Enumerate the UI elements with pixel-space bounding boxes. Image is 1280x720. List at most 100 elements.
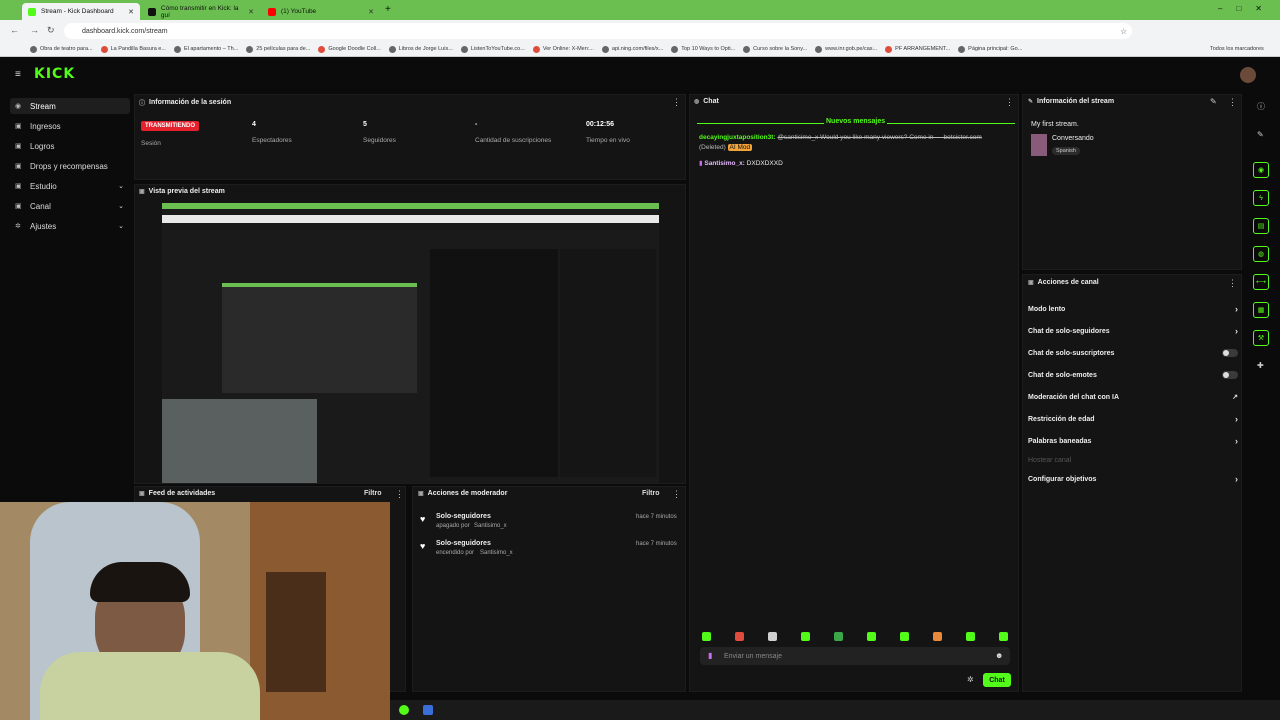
sidebar-item-stream[interactable]: ◉ Stream: [10, 98, 130, 114]
browser-tab-youtube[interactable]: (1) YouTube ✕: [262, 3, 380, 20]
rail-wrench-icon[interactable]: ⚒: [1253, 330, 1269, 346]
channel-icon: ▣: [1028, 280, 1034, 286]
chat-menu-icon[interactable]: ⋮: [1005, 97, 1014, 108]
emote-icon[interactable]: [834, 632, 843, 641]
bookmark-item[interactable]: La Pandilla Basura e...: [100, 45, 166, 53]
window-controls[interactable]: –□✕: [1218, 4, 1276, 13]
new-tab-icon[interactable]: +: [385, 4, 391, 15]
rail-bolt-icon[interactable]: ϟ: [1253, 190, 1269, 206]
all-bookmarks[interactable]: Todos los marcadores: [1210, 46, 1264, 52]
bookmark-item[interactable]: Obra de teatro para...: [30, 45, 93, 53]
kick-logo[interactable]: KICK: [34, 66, 75, 82]
channel-actions-menu-icon[interactable]: ⋮: [1228, 278, 1237, 289]
bookmark-item[interactable]: PF ARRANGEMENT...: [885, 45, 950, 53]
browser-tab-bar: Stream - Kick Dashboard ✕ Cómo transmiti…: [0, 0, 1280, 20]
preview-icon: ▣: [139, 189, 145, 195]
stream-category[interactable]: Conversando: [1052, 135, 1094, 142]
action-followers-only[interactable]: Chat de solo-seguidores ›: [1028, 324, 1238, 338]
stream-icon: ◉: [15, 103, 22, 110]
action-banned-words[interactable]: Palabras baneadas ›: [1028, 434, 1238, 448]
emote-icon[interactable]: [933, 632, 942, 641]
rail-chat-icon[interactable]: ◍: [1253, 246, 1269, 262]
bookmark-item[interactable]: Libros de Jorge Luis...: [388, 45, 453, 53]
edit-icon[interactable]: ✎: [1210, 97, 1217, 106]
menu-icon[interactable]: ≡: [15, 69, 21, 80]
sidebar-item-canal[interactable]: ▣ Canal ⌄: [10, 198, 130, 214]
bookmark-item[interactable]: Ver Online: X-Men:...: [532, 45, 594, 53]
viewers-value: 4: [252, 121, 256, 128]
activity-menu-icon[interactable]: ⋮: [395, 489, 404, 500]
emote-icon[interactable]: [801, 632, 810, 641]
channel-icon: ▣: [15, 203, 22, 210]
action-ai-moderation[interactable]: Moderación del chat con IA ↗: [1028, 390, 1238, 404]
address-input[interactable]: dashboard.kick.com/stream: [64, 23, 1132, 39]
bookmark-item[interactable]: ListenToYouTube.co...: [460, 45, 525, 53]
sidebar-item-drops[interactable]: ▣ Drops y recompensas: [10, 158, 130, 174]
mod-filter-button[interactable]: Filtro: [642, 490, 660, 497]
rail-add-icon[interactable]: ✚: [1257, 361, 1264, 370]
bookmark-item[interactable]: Curso sobre la Sony...: [743, 45, 807, 53]
rail-doc-icon[interactable]: ▤: [1253, 218, 1269, 234]
mod-menu-icon[interactable]: ⋮: [672, 489, 681, 500]
category-thumbnail: [1031, 134, 1047, 156]
action-subscribers-only[interactable]: Chat de solo-suscriptores: [1028, 346, 1238, 360]
gear-icon[interactable]: ✲: [967, 675, 974, 684]
close-tab-icon[interactable]: ✕: [368, 8, 374, 16]
bookmark-item[interactable]: 25 películas para de...: [246, 45, 310, 53]
emote-icon[interactable]: [999, 632, 1008, 641]
browser-tab-kick[interactable]: Stream - Kick Dashboard ✕: [22, 3, 140, 20]
shield-icon: ▣: [418, 491, 424, 497]
stream-preview-video[interactable]: [162, 203, 659, 483]
emotes-only-toggle[interactable]: [1222, 371, 1238, 379]
emote-icon[interactable]: [768, 632, 777, 641]
stream-info-menu-icon[interactable]: ⋮: [1228, 97, 1237, 108]
taskbar-app-icon[interactable]: [399, 705, 409, 715]
session-menu-icon[interactable]: ⋮: [672, 97, 681, 108]
subscribers-only-toggle[interactable]: [1222, 349, 1238, 357]
emote-icon[interactable]: [900, 632, 909, 641]
kick-favicon-icon: [28, 7, 36, 16]
sidebar-item-ajustes[interactable]: ✲ Ajustes ⌄: [10, 218, 130, 234]
bookmark-item[interactable]: api.ning.com/files/x...: [601, 45, 663, 53]
emote-icon[interactable]: [702, 632, 711, 641]
emoji-icon[interactable]: ☻: [995, 651, 1003, 660]
pencil-icon[interactable]: ✎: [1257, 130, 1264, 139]
action-slow-mode[interactable]: Modo lento ›: [1028, 302, 1238, 316]
back-icon[interactable]: ←: [10, 25, 19, 35]
info-icon[interactable]: ⓘ: [1257, 101, 1265, 112]
subs-value: -: [475, 121, 478, 128]
bookmark-item[interactable]: El apartamento – Th...: [173, 45, 238, 53]
bookmark-item[interactable]: Página principal: Go...: [958, 45, 1022, 53]
avatar[interactable]: [1240, 67, 1256, 83]
bookmark-star-icon[interactable]: ☆: [1120, 27, 1127, 36]
action-configure-goals[interactable]: Configurar objetivos ›: [1028, 472, 1238, 486]
emote-icon[interactable]: [735, 632, 744, 641]
rail-camera-icon[interactable]: ◉: [1253, 162, 1269, 178]
taskbar-app-icon[interactable]: [423, 705, 433, 715]
sidebar-item-ingresos[interactable]: ▣ Ingresos: [10, 118, 130, 134]
sidebar-item-estudio[interactable]: ▣ Estudio ⌄: [10, 178, 130, 194]
bookmark-item[interactable]: Google Doodle Coll...: [318, 45, 381, 53]
activity-filter-button[interactable]: Filtro: [364, 490, 382, 497]
action-age-restriction[interactable]: Restricción de edad ›: [1028, 412, 1238, 426]
bookmark-item[interactable]: www.inr.gob.pe/cas...: [815, 45, 877, 53]
trophy-icon: ▣: [15, 143, 22, 150]
reload-icon[interactable]: ↻: [47, 25, 55, 36]
close-tab-icon[interactable]: ✕: [128, 8, 134, 16]
bookmark-item[interactable]: Top 10 Ways to Opti...: [671, 45, 735, 53]
chat-input[interactable]: Enviar un mensaje: [700, 647, 1010, 665]
forward-icon[interactable]: →: [30, 25, 39, 35]
emote-icon[interactable]: [966, 632, 975, 641]
close-tab-icon[interactable]: ✕: [248, 8, 254, 16]
rail-broadcast-icon[interactable]: ⟷: [1253, 274, 1269, 290]
chevron-right-icon: ›: [1235, 474, 1238, 484]
browser-tab-guide[interactable]: Cómo transmitir en Kick: la guí ✕: [142, 3, 260, 20]
emote-icon[interactable]: [867, 632, 876, 641]
stream-info-title: ✎ Información del stream: [1028, 98, 1115, 105]
action-emotes-only[interactable]: Chat de solo-emotes: [1028, 368, 1238, 382]
mod-actions-title: ▣ Acciones de moderador: [418, 490, 508, 497]
rail-server-icon[interactable]: ▦: [1253, 302, 1269, 318]
send-chat-button[interactable]: Chat: [983, 673, 1011, 687]
followers-label: Seguidores: [363, 137, 396, 144]
sidebar-item-logros[interactable]: ▣ Logros: [10, 138, 130, 154]
